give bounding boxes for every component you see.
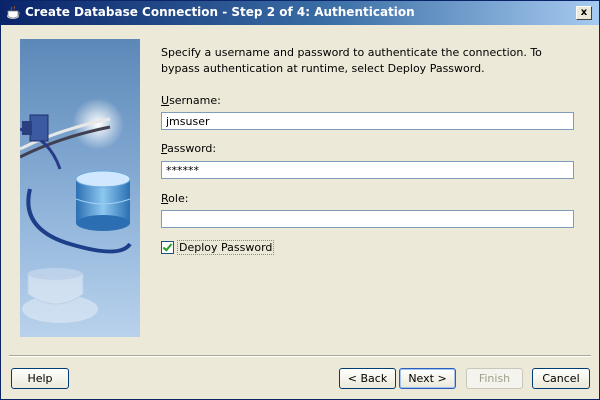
finish-button[interactable]: Finish xyxy=(466,368,523,389)
deploy-password-checkbox[interactable]: Deploy Password xyxy=(161,239,275,256)
title-bar[interactable]: Create Database Connection - Step 2 of 4… xyxy=(1,1,599,25)
password-label-text: assword: xyxy=(167,142,217,155)
deploy-password-label[interactable]: Deploy Password xyxy=(177,240,275,255)
username-label: Username: xyxy=(161,94,221,107)
help-button[interactable]: Help xyxy=(11,368,69,389)
checkbox-checked-icon[interactable] xyxy=(161,241,174,254)
role-label: Role: xyxy=(161,192,189,205)
coffee-cup-icon xyxy=(22,268,98,323)
window-title: Create Database Connection - Step 2 of 4… xyxy=(25,5,415,19)
wizard-illustration xyxy=(20,39,140,337)
role-field[interactable] xyxy=(161,210,574,228)
role-label-text: ole: xyxy=(168,192,189,205)
back-button[interactable]: < Back xyxy=(339,368,396,389)
database-icon xyxy=(20,98,132,323)
coffee-cup-icon xyxy=(7,5,20,19)
password-field[interactable] xyxy=(161,161,574,179)
username-label-text: sername: xyxy=(169,94,221,107)
cancel-button[interactable]: Cancel xyxy=(532,368,590,389)
instructions-text: Specify a username and password to authe… xyxy=(161,46,542,75)
dialog-window: Create Database Connection - Step 2 of 4… xyxy=(0,0,600,400)
next-button[interactable]: Next > xyxy=(399,368,456,389)
close-icon[interactable]: x xyxy=(576,6,592,20)
button-separator xyxy=(9,355,591,357)
username-field[interactable] xyxy=(161,112,574,130)
password-label: Password: xyxy=(161,142,217,155)
connector-plug-icon xyxy=(22,114,49,142)
